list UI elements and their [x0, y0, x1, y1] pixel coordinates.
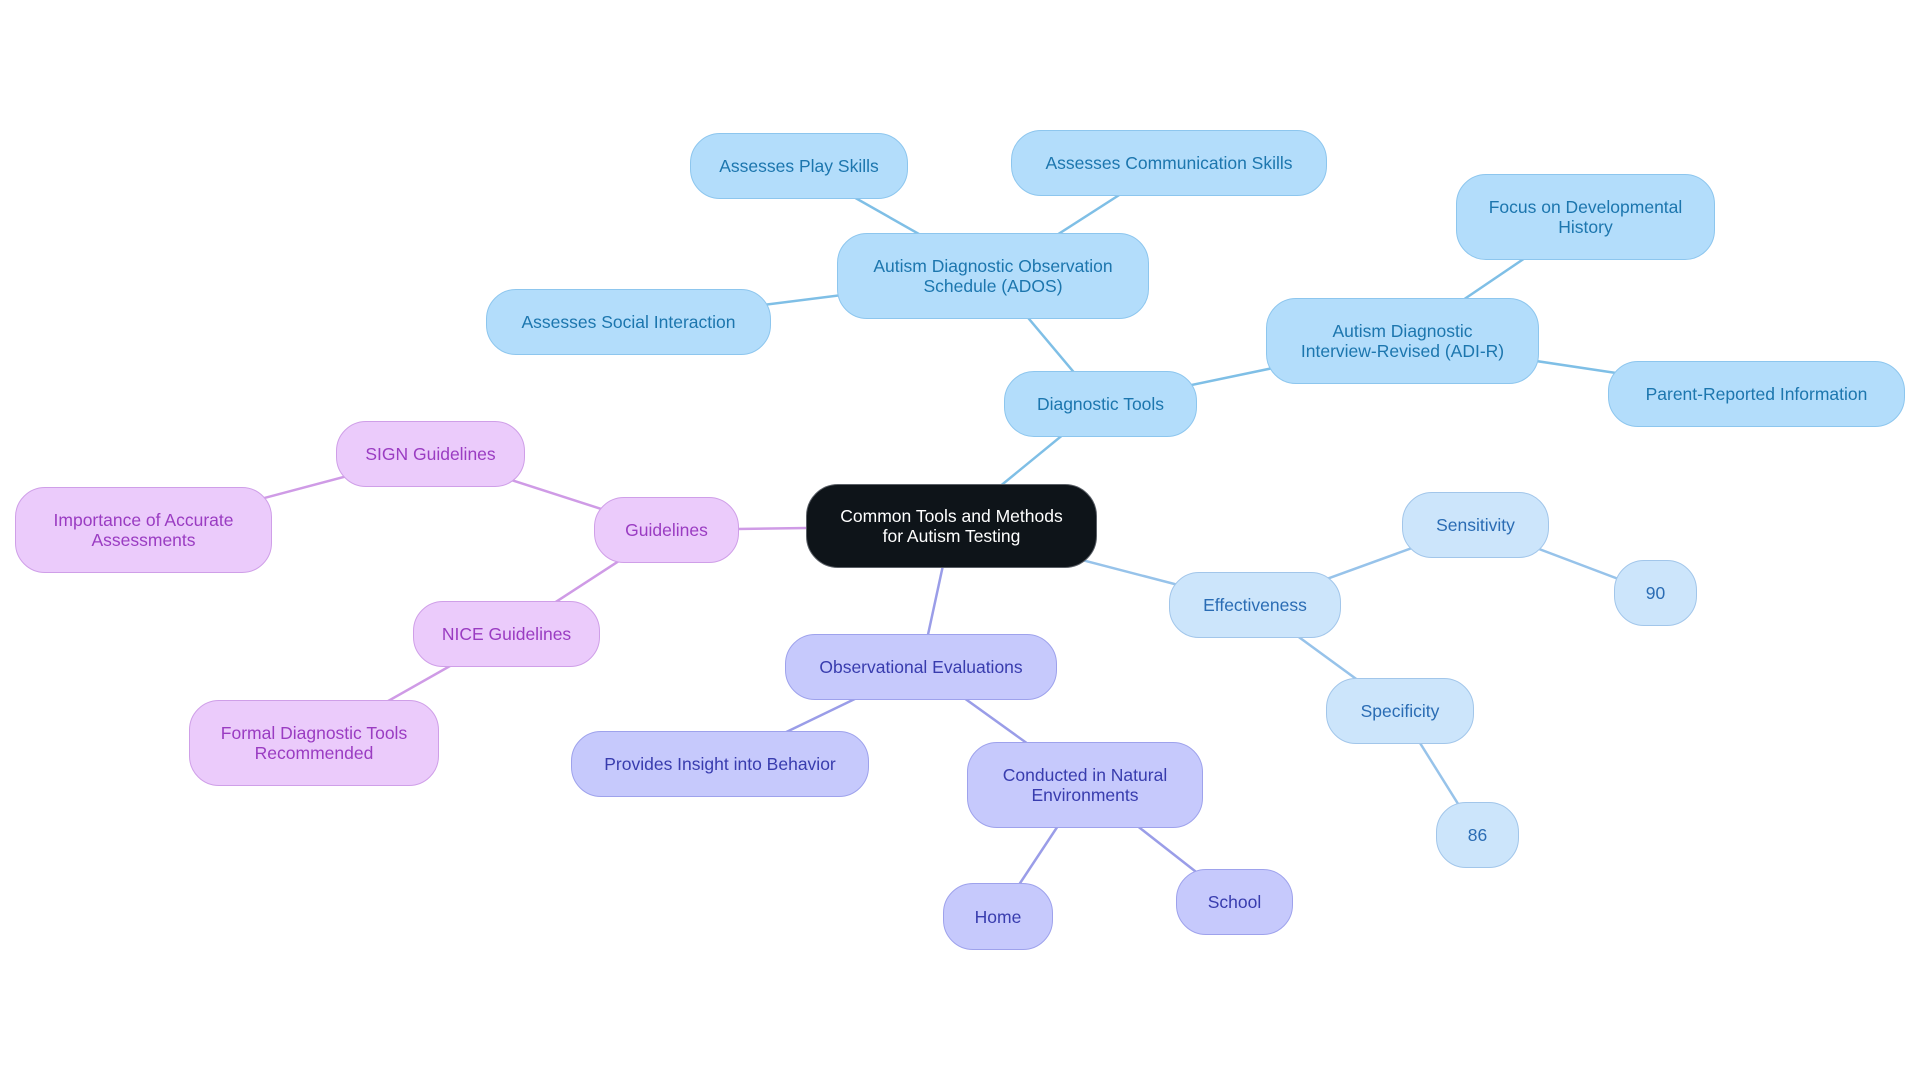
node-sensitivity-value[interactable]: 90	[1614, 560, 1697, 626]
node-developmental-history[interactable]: Focus on Developmental History	[1456, 174, 1715, 260]
node-nice-guidelines[interactable]: NICE Guidelines	[413, 601, 600, 667]
node-home[interactable]: Home	[943, 883, 1053, 950]
node-effectiveness[interactable]: Effectiveness	[1169, 572, 1341, 638]
node-parent-reported-information[interactable]: Parent-Reported Information	[1608, 361, 1905, 427]
node-social-interaction[interactable]: Assesses Social Interaction	[486, 289, 771, 355]
mind-map: Common Tools and Methods for Autism Test…	[0, 0, 1920, 1083]
node-insight-into-behavior[interactable]: Provides Insight into Behavior	[571, 731, 869, 797]
node-school[interactable]: School	[1176, 869, 1293, 935]
node-formal-diagnostic-tools[interactable]: Formal Diagnostic Tools Recommended	[189, 700, 439, 786]
node-sign-guidelines[interactable]: SIGN Guidelines	[336, 421, 525, 487]
node-root[interactable]: Common Tools and Methods for Autism Test…	[806, 484, 1097, 568]
node-diagnostic-tools[interactable]: Diagnostic Tools	[1004, 371, 1197, 437]
node-guidelines[interactable]: Guidelines	[594, 497, 739, 563]
node-observational-evaluations[interactable]: Observational Evaluations	[785, 634, 1057, 700]
node-specificity[interactable]: Specificity	[1326, 678, 1474, 744]
node-specificity-value[interactable]: 86	[1436, 802, 1519, 868]
node-sensitivity[interactable]: Sensitivity	[1402, 492, 1549, 558]
node-play-skills[interactable]: Assesses Play Skills	[690, 133, 908, 199]
node-adi-r[interactable]: Autism Diagnostic Interview-Revised (ADI…	[1266, 298, 1539, 384]
node-communication-skills[interactable]: Assesses Communication Skills	[1011, 130, 1327, 196]
node-ados[interactable]: Autism Diagnostic Observation Schedule (…	[837, 233, 1149, 319]
node-accurate-assessments[interactable]: Importance of Accurate Assessments	[15, 487, 272, 573]
node-natural-environments[interactable]: Conducted in Natural Environments	[967, 742, 1203, 828]
